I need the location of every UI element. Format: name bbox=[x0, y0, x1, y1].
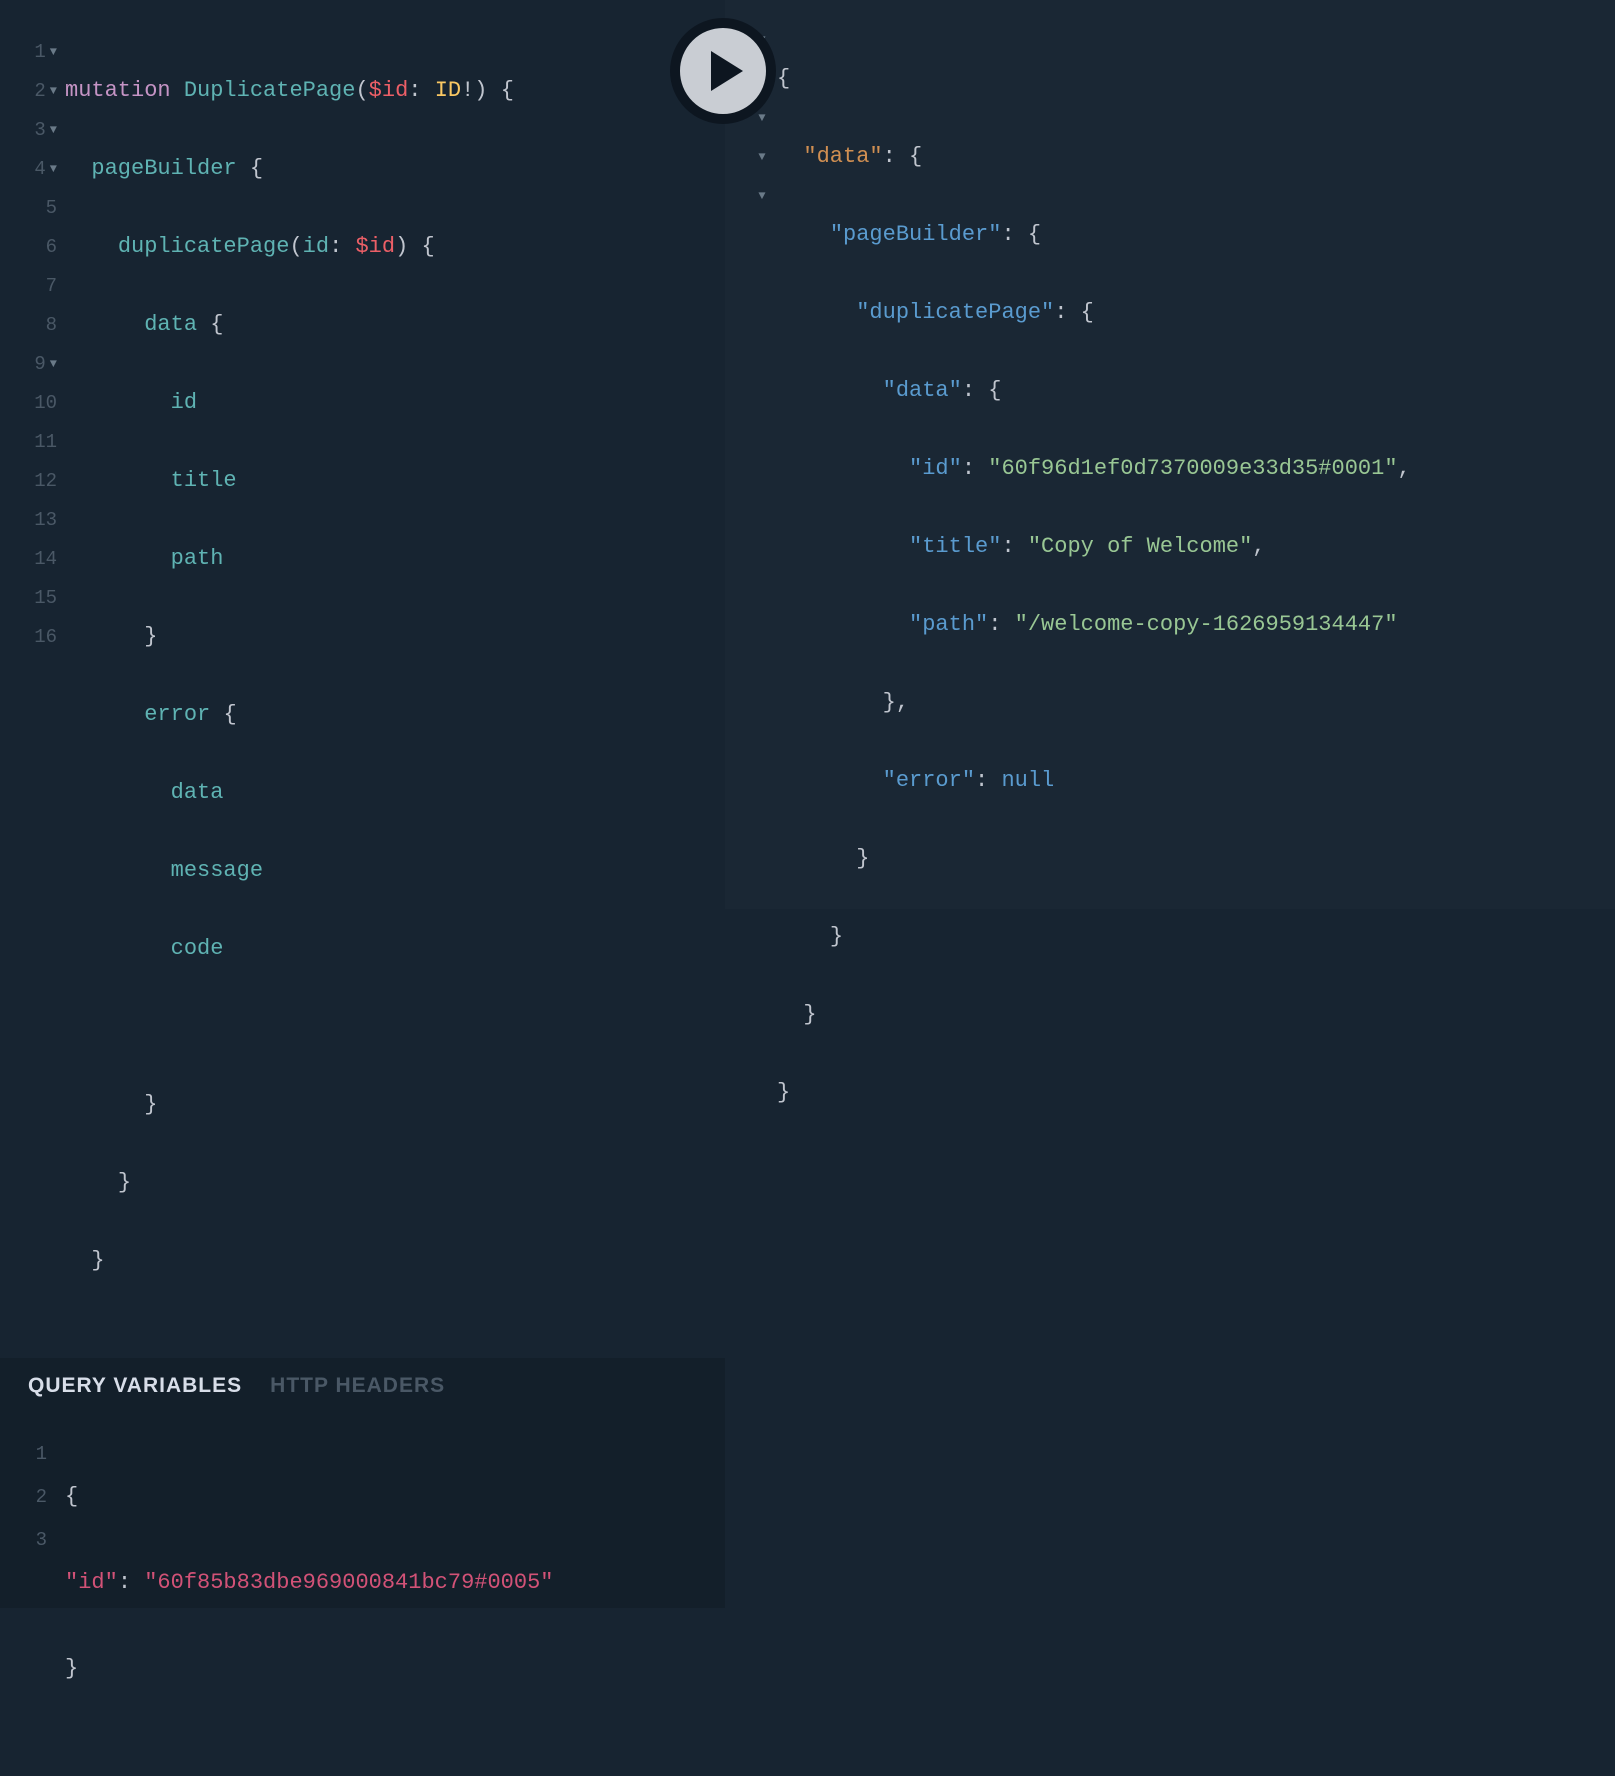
fold-arrow-icon[interactable]: ▼ bbox=[50, 162, 57, 176]
tab-http-headers[interactable]: HTTP HEADERS bbox=[270, 1374, 445, 1398]
fold-arrow-icon[interactable]: ▼ bbox=[50, 84, 57, 98]
result-pane: ▼ ▼ ▼ ▼ ▼ { "data": { "pageBuilder": { "… bbox=[725, 0, 1615, 909]
variables-panel: QUERY VARIABLES HTTP HEADERS 1 2 3 { "id… bbox=[0, 1358, 725, 1608]
variables-header: QUERY VARIABLES HTTP HEADERS bbox=[0, 1358, 725, 1414]
fold-arrow-icon[interactable]: ▼ bbox=[50, 357, 57, 371]
tab-query-variables[interactable]: QUERY VARIABLES bbox=[28, 1374, 242, 1398]
fold-arrow-icon[interactable]: ▼ bbox=[758, 189, 765, 203]
fold-arrow-icon[interactable]: ▼ bbox=[758, 150, 765, 164]
fold-arrow-icon[interactable]: ▼ bbox=[50, 123, 57, 137]
result-code: { "data": { "pageBuilder": { "duplicateP… bbox=[777, 20, 1411, 909]
query-code[interactable]: mutation DuplicatePage($id: ID!) { pageB… bbox=[65, 32, 725, 1358]
result-fold-gutter: ▼ ▼ ▼ ▼ ▼ bbox=[747, 20, 777, 909]
line-number-gutter: 1▼ 2▼ 3▼ 4▼ 5 6 7 8 9▼ 10 11 12 13 14 15… bbox=[0, 32, 65, 1358]
variables-code[interactable]: { "id": "60f85b83dbe969000841bc79#0005" … bbox=[65, 1432, 554, 1776]
result-viewer[interactable]: ▼ ▼ ▼ ▼ ▼ { "data": { "pageBuilder": { "… bbox=[725, 0, 1411, 909]
variables-line-gutter: 1 2 3 bbox=[0, 1432, 65, 1776]
fold-arrow-icon[interactable]: ▼ bbox=[50, 45, 57, 59]
query-pane: 1▼ 2▼ 3▼ 4▼ 5 6 7 8 9▼ 10 11 12 13 14 15… bbox=[0, 0, 725, 909]
query-editor[interactable]: 1▼ 2▼ 3▼ 4▼ 5 6 7 8 9▼ 10 11 12 13 14 15… bbox=[0, 0, 725, 1358]
fold-arrow-icon[interactable]: ▼ bbox=[758, 111, 765, 125]
variables-editor[interactable]: 1 2 3 { "id": "60f85b83dbe969000841bc79#… bbox=[0, 1414, 725, 1776]
execute-query-button[interactable] bbox=[670, 18, 776, 124]
play-icon bbox=[711, 51, 743, 91]
